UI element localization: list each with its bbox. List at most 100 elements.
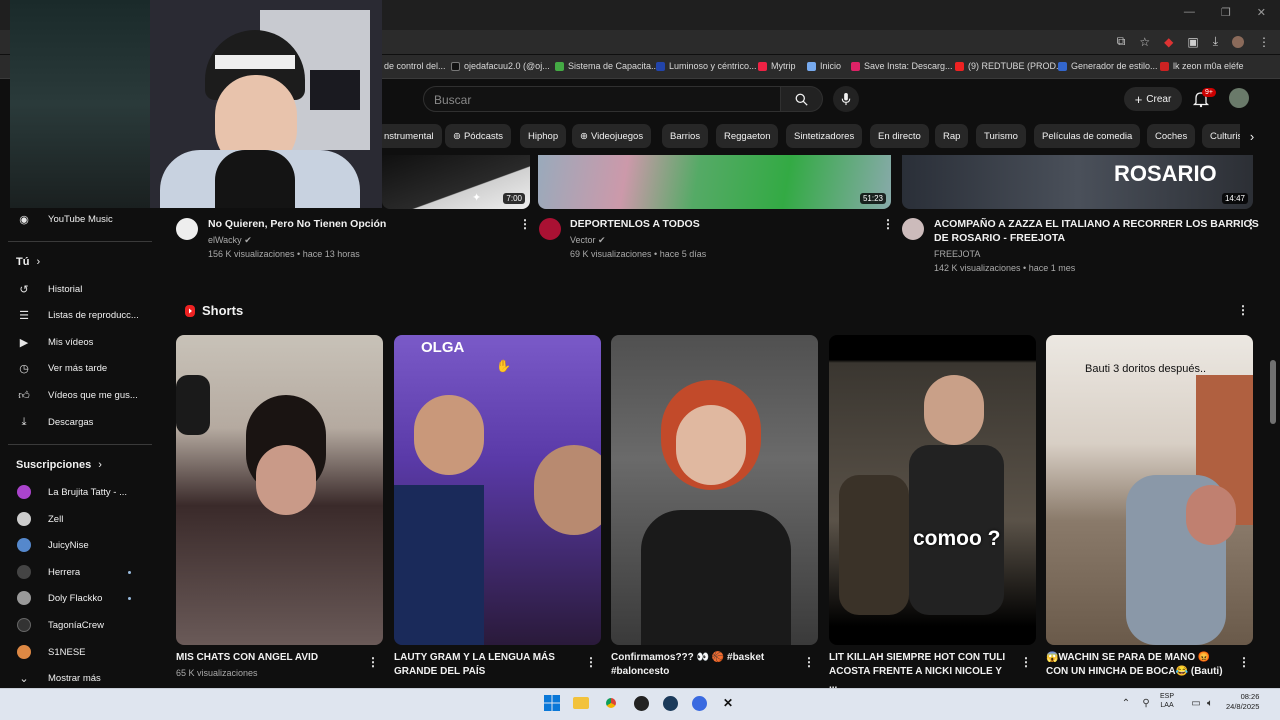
- location-icon[interactable]: ⚲: [1137, 694, 1155, 712]
- create-button[interactable]: + Crear: [1124, 87, 1182, 111]
- download-icon[interactable]: ⤓: [1213, 34, 1218, 49]
- file-explorer-icon[interactable]: [572, 694, 590, 712]
- bookmark[interactable]: Sistema de Capacita...: [555, 61, 659, 71]
- bookmark[interactable]: Luminoso y céntrico...: [656, 61, 757, 71]
- bookmark[interactable]: lk zeon m0a eléfe: [1160, 61, 1244, 71]
- short-thumbnail[interactable]: [611, 335, 818, 645]
- channel-avatar[interactable]: [539, 218, 561, 240]
- chip[interactable]: ⊚ Pódcasts: [445, 124, 512, 148]
- video-thumbnail[interactable]: 51:23: [538, 155, 891, 209]
- scrollbar[interactable]: [1270, 360, 1276, 424]
- chip[interactable]: Películas de comedia: [1034, 124, 1141, 148]
- capcut-icon[interactable]: ✕: [719, 694, 737, 712]
- install-icon[interactable]: ⧉: [1117, 34, 1126, 49]
- sidebar-item-subscription[interactable]: Doly Flackko: [0, 586, 150, 610]
- search-button[interactable]: [781, 86, 823, 112]
- extension-icon[interactable]: ◆: [1164, 35, 1173, 49]
- video-title[interactable]: ACOMPAÑO A ZAZZA EL ITALIANO A RECORRER …: [934, 217, 1259, 231]
- more-options-icon[interactable]: ⋮: [1020, 655, 1032, 669]
- chip[interactable]: Reggaeton: [716, 124, 779, 148]
- sidebar-item-history[interactable]: ↺ Historial: [0, 277, 150, 301]
- bookmark[interactable]: Mytrip: [758, 61, 796, 71]
- system-clock[interactable]: 08:26 24/8/2025: [1226, 692, 1259, 712]
- maximize-button[interactable]: ❐: [1221, 6, 1231, 19]
- short-thumbnail[interactable]: comoo ?: [829, 335, 1036, 645]
- bookmark[interactable]: Generador de estilo...: [1058, 61, 1158, 71]
- sidebar-item-subscription[interactable]: S1NESE: [0, 640, 150, 664]
- bookmark[interactable]: ojedafacuu2.0 (@oj...: [451, 61, 550, 71]
- sidebar-item-playlists[interactable]: ☰ Listas de reproducc...: [0, 303, 150, 327]
- minimize-button[interactable]: —: [1184, 6, 1195, 19]
- windows-start-icon[interactable]: [543, 694, 561, 712]
- app-icon[interactable]: [690, 694, 708, 712]
- channel-name[interactable]: FREEJOTA: [934, 247, 980, 261]
- voice-search-button[interactable]: [833, 86, 859, 112]
- video-thumbnail[interactable]: ROSARIO 14:47: [902, 155, 1253, 209]
- bookmark[interactable]: Save Insta: Descarg...: [851, 61, 953, 71]
- chevron-right-icon[interactable]: ›: [1240, 124, 1264, 148]
- sidebar-item-downloads[interactable]: ⤓ Descargas: [0, 410, 150, 434]
- sidebar-item-watch-later[interactable]: ◷ Ver más tarde: [0, 356, 150, 380]
- sidebar-item-subscription[interactable]: La Brujita Tatty - ...: [0, 480, 150, 504]
- short-title[interactable]: LIT KILLAH SIEMPRE HOT CON TULI: [829, 651, 1011, 665]
- chrome-icon[interactable]: [602, 694, 620, 712]
- video-title-line2[interactable]: DE ROSARIO - FREEJOTA: [934, 231, 1065, 245]
- more-options-icon[interactable]: ⋮: [1237, 303, 1249, 317]
- sidebar-item-liked-videos[interactable]: 👍︎ Vídeos que me gus...: [0, 383, 150, 407]
- short-thumbnail[interactable]: [176, 335, 383, 645]
- sidebar-item-youtube-music[interactable]: ◉ YouTube Music: [0, 207, 150, 231]
- chevron-up-icon[interactable]: ⌃: [1117, 694, 1135, 712]
- menu-icon[interactable]: ⋮: [1258, 35, 1270, 49]
- chip[interactable]: Rap: [935, 124, 969, 148]
- subscriptions-header[interactable]: Suscripciones ›: [16, 459, 102, 471]
- short-thumbnail[interactable]: OLGA ✋: [394, 335, 601, 645]
- video-title[interactable]: DEPORTENLOS A TODOS: [570, 217, 700, 231]
- more-options-icon[interactable]: ⋮: [803, 655, 815, 669]
- chip[interactable]: Sintetizadores: [786, 124, 863, 148]
- more-options-icon[interactable]: ⋮: [1245, 217, 1257, 231]
- channel-name[interactable]: Vector ✔: [570, 233, 606, 247]
- short-title-line2[interactable]: #baloncesto: [611, 665, 793, 679]
- sidebar-item-subscription[interactable]: TagoníaCrew: [0, 613, 150, 637]
- video-title[interactable]: No Quieren, Pero No Tienen Opción: [208, 217, 386, 231]
- chip[interactable]: Hiphop: [520, 124, 567, 148]
- short-title-line2[interactable]: GRANDE DEL PAÍS: [394, 665, 576, 679]
- sidebar-show-more[interactable]: ⌄ Mostrar más: [0, 666, 150, 690]
- more-options-icon[interactable]: ⋮: [519, 217, 531, 231]
- search-input[interactable]: Buscar: [423, 86, 781, 112]
- close-button[interactable]: ✕: [1257, 6, 1266, 19]
- video-thumbnail[interactable]: ✦ 7:00: [382, 155, 530, 209]
- sidebar-item-my-videos[interactable]: ▶ Mis vídeos: [0, 330, 150, 354]
- more-options-icon[interactable]: ⋮: [882, 217, 894, 231]
- chip[interactable]: nstrumental: [382, 124, 442, 148]
- more-options-icon[interactable]: ⋮: [1238, 655, 1250, 669]
- short-title[interactable]: LAUTY GRAM Y LA LENGUA MÁS: [394, 651, 576, 665]
- account-avatar[interactable]: [1229, 88, 1249, 108]
- bookmark[interactable]: (9) REDTUBE (PROD...: [955, 61, 1064, 71]
- more-options-icon[interactable]: ⋮: [367, 655, 379, 669]
- chip[interactable]: Barrios: [662, 124, 709, 148]
- channel-name[interactable]: elWacky ✔: [208, 233, 252, 247]
- short-title[interactable]: 😱WACHIN SE PARA DE MANO 😡: [1046, 651, 1228, 665]
- star-icon[interactable]: ☆: [1139, 35, 1150, 49]
- volume-icon[interactable]: 🔈︎: [1201, 694, 1219, 712]
- language-indicator[interactable]: ESP LAA: [1160, 692, 1174, 710]
- obs-icon[interactable]: [632, 694, 650, 712]
- chip[interactable]: ⊕ Videojuegos: [572, 124, 652, 148]
- short-thumbnail[interactable]: Bauti 3 doritos después..: [1046, 335, 1253, 645]
- steam-icon[interactable]: [661, 694, 679, 712]
- chip[interactable]: Coches: [1147, 124, 1196, 148]
- short-title[interactable]: MIS CHATS CON ANGEL AVID: [176, 651, 358, 665]
- chip[interactable]: Turismo: [976, 124, 1026, 148]
- sidebar-you-header[interactable]: Tú ›: [16, 256, 40, 268]
- puzzle-icon[interactable]: ▣: [1187, 35, 1198, 49]
- bookmark[interactable]: de control del...: [384, 61, 446, 71]
- sidebar-item-subscription[interactable]: Zell: [0, 507, 150, 531]
- short-title-line2[interactable]: CON UN HINCHA DE BOCA😂 (Bauti): [1046, 665, 1228, 679]
- sidebar-item-subscription[interactable]: JuicyNise: [0, 533, 150, 557]
- bookmark[interactable]: Inicio: [807, 61, 841, 71]
- more-options-icon[interactable]: ⋮: [585, 655, 597, 669]
- channel-avatar[interactable]: [902, 218, 924, 240]
- chip[interactable]: En directo: [870, 124, 929, 148]
- sidebar-item-subscription[interactable]: Herrera: [0, 560, 150, 584]
